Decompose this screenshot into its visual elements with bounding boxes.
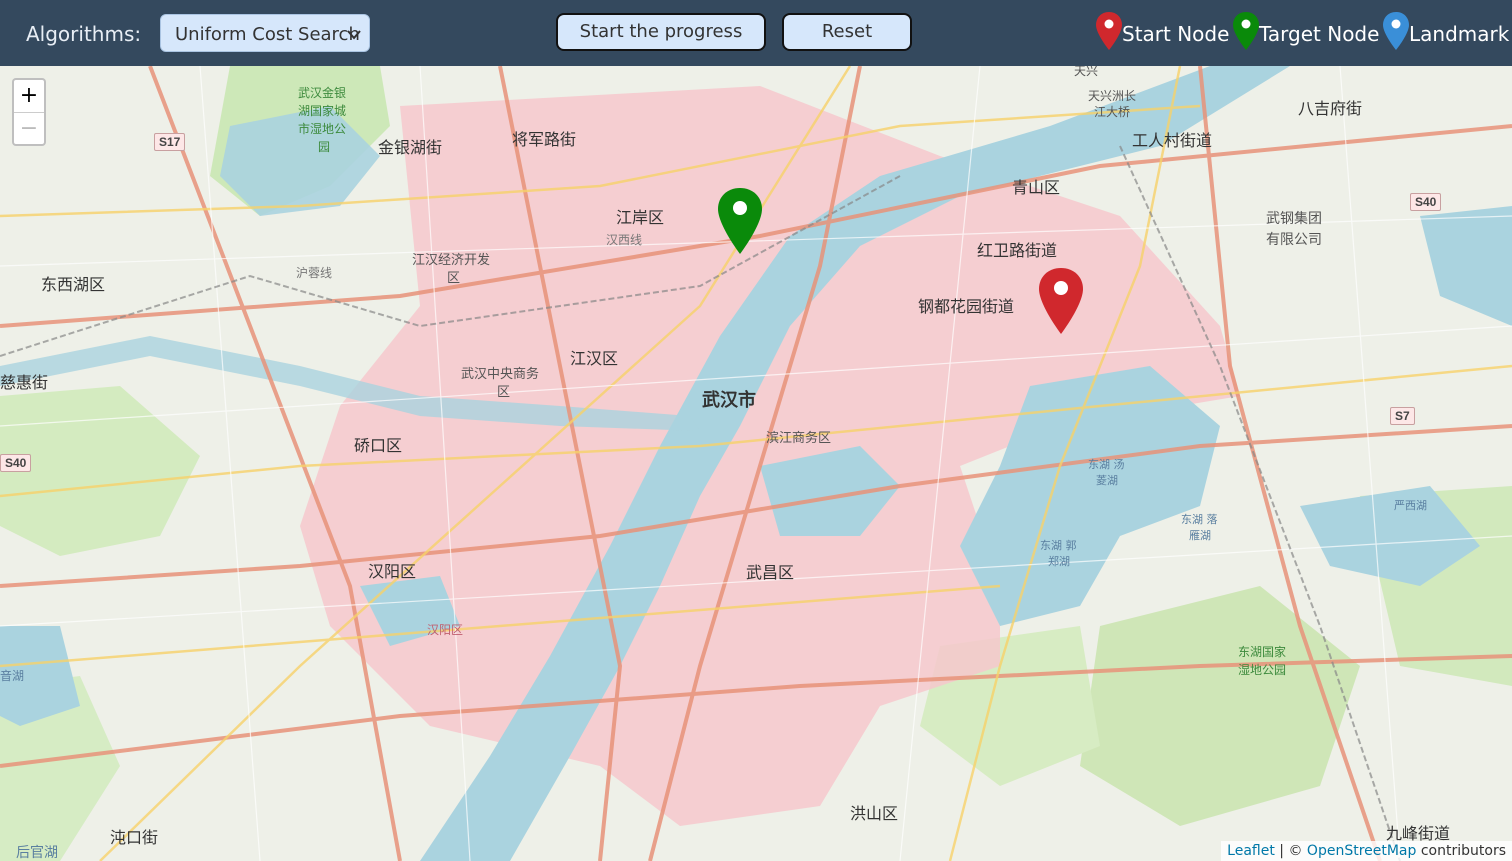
map-label-tianxingzhou: 天兴洲长 <box>1088 89 1137 103</box>
map-label-zhuankou: 沌口街 <box>110 828 159 847</box>
map-label-hanyang-district: 汉阳区 <box>427 623 464 637</box>
leaflet-link[interactable]: Leaflet <box>1227 843 1275 859</box>
map-label-cbd-1: 武汉中央商务 <box>461 367 540 382</box>
map-label-gongrencun: 工人村街道 <box>1132 131 1213 150</box>
map-tiles <box>0 66 1512 861</box>
road-shield-s17: S17 <box>154 133 186 151</box>
openstreetmap-link[interactable]: OpenStreetMap <box>1307 843 1416 859</box>
attribution-separator: | © <box>1274 843 1307 859</box>
map-label-wuchang: 武昌区 <box>746 563 795 582</box>
map-label-jhdev-1: 江汉经济开发 <box>412 253 491 268</box>
legend-target-label: Target Node <box>1259 22 1380 46</box>
map-label-wetland-1: 武汉金银 <box>298 86 347 100</box>
map-label-donghu-6: 雁湖 <box>1189 529 1211 542</box>
road-shield-s7: S7 <box>1390 407 1415 425</box>
zoom-in-button[interactable]: + <box>14 80 44 113</box>
start-marker-icon <box>1096 12 1122 50</box>
start-pin-icon <box>1039 268 1083 334</box>
map-label-wetland-2: 湖国家城 <box>298 104 347 118</box>
map-label-jhdev-2: 区 <box>447 271 461 286</box>
target-marker-icon <box>1233 12 1259 50</box>
map-label-gangduhuayuan: 钢都花园街道 <box>918 297 1015 316</box>
algorithm-select[interactable]: Uniform Cost Search <box>160 14 370 52</box>
map-label-cihui: 慈惠街 <box>0 373 49 392</box>
map-label-binjiang: 滨江商务区 <box>766 431 832 446</box>
map-label-jiangan: 江岸区 <box>616 208 665 227</box>
map-label-hanyang: 汉阳区 <box>368 562 417 581</box>
map-label-yinhu: 音湖 <box>0 669 25 683</box>
map-label-hongweilu: 红卫路街道 <box>977 241 1058 260</box>
map-label-tianxing: 天兴 <box>1074 66 1099 78</box>
map-label-donghu-wetland-1: 东湖国家 <box>1238 645 1287 659</box>
target-node-marker[interactable] <box>718 188 762 261</box>
map-label-donghu-5: 东湖 落 <box>1181 513 1218 526</box>
map-label-donghu-wetland-2: 湿地公园 <box>1238 663 1287 677</box>
map-label-donghu-3: 东湖 郭 <box>1040 539 1077 552</box>
map-label-cbd-2: 区 <box>497 385 511 400</box>
map-label-hanxi-line: 汉西线 <box>606 233 643 247</box>
reset-button[interactable]: Reset <box>782 13 912 51</box>
map-label-bajifu: 八吉府街 <box>1298 99 1363 118</box>
toolbar: Algorithms: Uniform Cost Search Start th… <box>0 0 1512 66</box>
zoom-out-button[interactable]: − <box>14 113 44 145</box>
start-node-marker[interactable] <box>1039 268 1083 341</box>
map-label-houguanhu: 后官湖 <box>16 845 58 861</box>
map-label-jinyinhu: 金银湖街 <box>378 138 443 157</box>
legend-start-label: Start Node <box>1122 22 1230 46</box>
map-label-donghu-1: 东湖 汤 <box>1088 458 1125 471</box>
algorithms-label: Algorithms: <box>26 22 142 46</box>
start-button[interactable]: Start the progress <box>556 13 766 51</box>
map-attribution: Leaflet | © OpenStreetMap contributors <box>1221 841 1512 861</box>
target-pin-icon <box>718 188 762 254</box>
road-shield-s40-right: S40 <box>1410 193 1442 211</box>
legend-landmark-label: Landmark <box>1409 22 1510 46</box>
map-label-jianghan: 江汉区 <box>570 349 619 368</box>
map-label-hurong-line: 沪蓉线 <box>296 266 333 280</box>
map-label-wetland-4: 园 <box>318 140 331 154</box>
map-label-qingshan: 青山区 <box>1012 178 1061 197</box>
map-label-donghu-4: 郑湖 <box>1048 555 1070 568</box>
map-label-jiangdaqiao: 江大桥 <box>1094 105 1131 119</box>
map-label-yanxi: 严西湖 <box>1394 499 1427 512</box>
landmark-marker-icon <box>1383 12 1409 50</box>
algorithm-select-value: Uniform Cost Search <box>175 24 360 45</box>
map-label-hongshan: 洪山区 <box>850 804 899 823</box>
map-label-wugang-2: 有限公司 <box>1266 232 1322 248</box>
map-label-wugang-1: 武钢集团 <box>1266 211 1322 227</box>
map-label-wetland-3: 市湿地公 <box>298 122 347 136</box>
attribution-contributors: contributors <box>1416 843 1506 859</box>
map-label-wuhan: 武汉市 <box>702 390 756 411</box>
zoom-control: + − <box>12 78 46 146</box>
map-label-donghu-2: 菱湖 <box>1096 474 1118 487</box>
map-canvas[interactable]: 江岸区 江汉区 武汉市 硚口区 汉阳区 武昌区 青山区 洪山区 东西湖区 金银湖… <box>0 66 1512 861</box>
map-label-jiangjunlu: 将军路街 <box>512 130 577 149</box>
map-label-qiaokou: 硚口区 <box>354 436 403 455</box>
road-shield-s40-left: S40 <box>0 454 32 472</box>
map-label-dongxihu: 东西湖区 <box>41 275 106 294</box>
chevron-down-icon <box>347 27 361 45</box>
